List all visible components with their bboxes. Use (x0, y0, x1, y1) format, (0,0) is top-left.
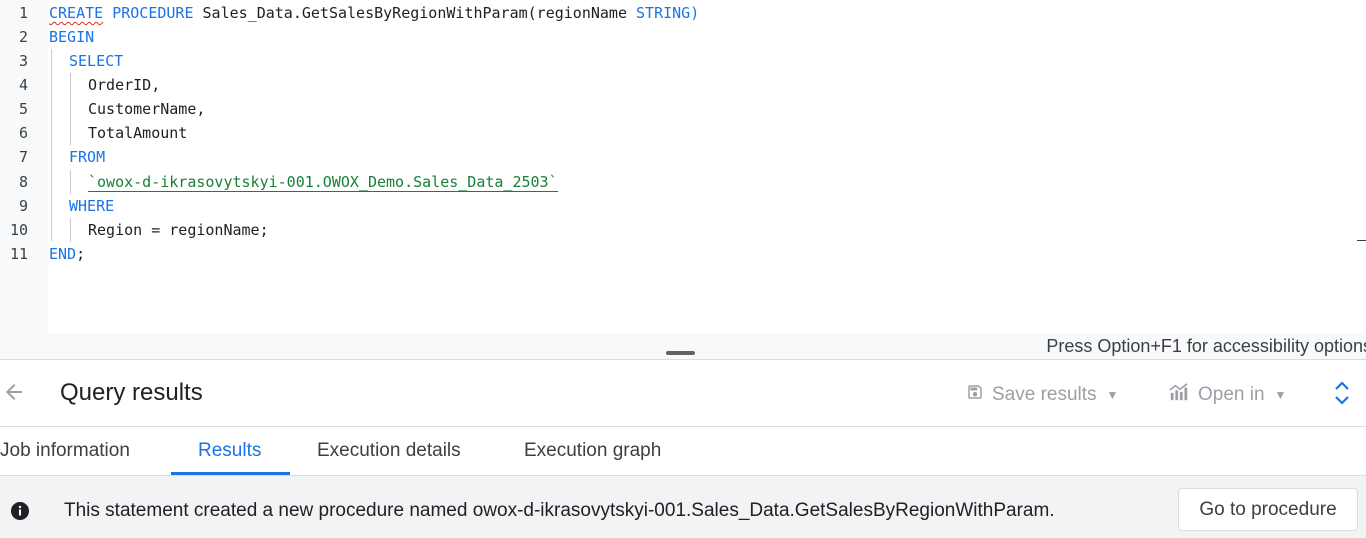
keyword: WHERE (69, 197, 115, 215)
code-line: CustomerName, (88, 100, 206, 118)
results-header: Query results Save results ▼ Open in ▼ (0, 362, 1366, 426)
resize-handle[interactable] (666, 351, 695, 355)
line-number: 7 (18, 148, 28, 166)
line-number: 1 (18, 4, 28, 22)
save-icon (966, 383, 984, 407)
scrollbar-marker (1357, 240, 1366, 241)
code-line: Region = regionName; (88, 221, 269, 239)
line-number: 6 (18, 124, 28, 142)
keyword: CREATE (49, 4, 104, 22)
line-number: 10 (9, 221, 28, 239)
code-line: OrderID, (88, 76, 161, 94)
info-banner: This statement created a new procedure n… (0, 476, 1366, 538)
keyword: END (49, 245, 77, 263)
back-button[interactable] (0, 380, 28, 408)
tab-execution-details[interactable]: Execution details (317, 440, 461, 462)
indent-guide (70, 73, 71, 145)
type-keyword: STRING) (636, 4, 700, 22)
line-number: 11 (9, 245, 28, 263)
tab-execution-graph[interactable]: Execution graph (524, 440, 661, 462)
caret-down-icon: ▼ (1274, 388, 1287, 402)
open-in-label: Open in (1198, 384, 1265, 405)
tab-job-information[interactable]: Job information (0, 440, 130, 462)
tab-results[interactable]: Results (198, 440, 261, 462)
page-title: Query results (60, 379, 203, 406)
indent-guide (51, 49, 52, 241)
save-results-button[interactable]: Save results ▼ (966, 382, 1118, 408)
line-number: 9 (18, 197, 28, 215)
arrow-left-icon (2, 380, 26, 409)
code-line: TotalAmount (88, 124, 188, 142)
line-number: 3 (18, 52, 28, 70)
caret-down-icon: ▼ (1106, 388, 1119, 402)
table-reference[interactable]: `owox-d-ikrasovytskyi-001.OWOX_Demo.Sale… (88, 173, 558, 192)
indent-guide (70, 218, 71, 242)
keyword: PROCEDURE (112, 4, 194, 22)
open-in-button[interactable]: Open in ▼ (1168, 382, 1286, 408)
keyword: FROM (69, 148, 106, 166)
unfold-icon (1333, 380, 1351, 411)
save-results-label: Save results (992, 384, 1097, 405)
code-line: SELECT (69, 49, 123, 73)
line-number: 8 (18, 173, 28, 191)
code-line: `owox-d-ikrasovytskyi-001.OWOX_Demo.Sale… (88, 170, 558, 194)
code-line: FROM (69, 145, 105, 169)
code-line: BEGIN (49, 25, 94, 49)
procedure-name: Sales_Data.GetSalesByRegionWithParam(reg… (202, 4, 627, 22)
go-to-procedure-button[interactable]: Go to procedure (1178, 488, 1358, 531)
chart-icon (1168, 382, 1190, 408)
expand-collapse-button[interactable] (1330, 380, 1354, 410)
keyword: BEGIN (49, 28, 95, 46)
accessibility-hint: Press Option+F1 for accessibility option… (1046, 336, 1366, 356)
keyword: SELECT (69, 52, 124, 70)
panel-divider (0, 359, 1366, 360)
info-icon (10, 501, 30, 521)
line-number-gutter: 1 2 3 4 5 6 7 8 9 10 11 (0, 0, 48, 333)
indent-guide (70, 170, 71, 194)
code-line: END; (49, 242, 85, 266)
line-number: 2 (18, 28, 28, 46)
line-number: 5 (18, 100, 28, 118)
punctuation: ; (76, 245, 86, 263)
code-line: CREATE PROCEDURE Sales_Data.GetSalesByRe… (49, 1, 699, 25)
info-message: This statement created a new procedure n… (64, 500, 1055, 521)
code-line: WHERE (69, 194, 114, 218)
sql-editor[interactable]: 1 2 3 4 5 6 7 8 9 10 11 CREATE PROCEDURE… (0, 0, 1366, 333)
results-tabs: Job information Results Execution detail… (0, 427, 1366, 476)
line-number: 4 (18, 76, 28, 94)
